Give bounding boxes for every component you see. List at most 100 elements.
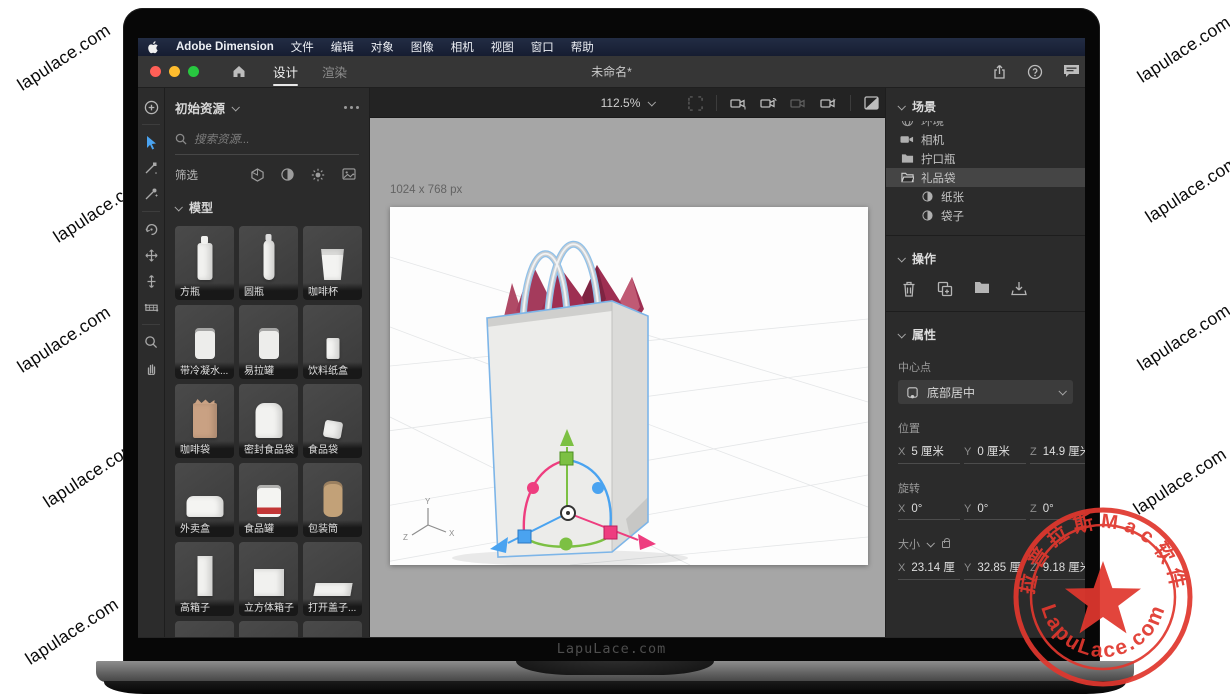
viewport[interactable]: 1024 x 768 px: [370, 118, 885, 637]
model-tile[interactable]: [303, 621, 362, 637]
filter-models-icon[interactable]: [251, 168, 264, 182]
model-tile[interactable]: 带冷凝水...: [175, 305, 234, 379]
lock-icon[interactable]: [942, 541, 950, 548]
export-icon[interactable]: [1011, 281, 1027, 297]
model-tile[interactable]: [175, 621, 234, 637]
model-tile[interactable]: 食品袋: [303, 384, 362, 458]
model-tile[interactable]: 咖啡袋: [175, 384, 234, 458]
model-tile[interactable]: 咖啡杯: [303, 226, 362, 300]
model-tile[interactable]: 打开盖子...: [303, 542, 362, 616]
scene-item[interactable]: 环境: [886, 121, 1085, 130]
model-tile[interactable]: 饮料纸盒: [303, 305, 362, 379]
pan-tool-icon[interactable]: [139, 242, 163, 268]
pivot-select[interactable]: 底部居中: [898, 380, 1073, 404]
chevron-down-icon[interactable]: [174, 203, 182, 211]
camera-redo-icon[interactable]: [790, 97, 807, 110]
close-window-button[interactable]: [150, 66, 161, 77]
share-icon[interactable]: [992, 64, 1007, 80]
chevron-down-icon: [1058, 387, 1066, 395]
scene-item-label: 相机: [921, 132, 944, 148]
select-group-tool-icon[interactable]: [139, 155, 163, 181]
model-tile-label: 立方体箱子: [239, 599, 298, 616]
chevron-down-icon[interactable]: [897, 254, 905, 262]
model-tile[interactable]: 立方体箱子: [239, 542, 298, 616]
models-section-title[interactable]: 模型: [189, 199, 213, 216]
hand-tool-icon[interactable]: [139, 355, 163, 381]
position-field[interactable]: Y0 厘米: [964, 443, 1026, 464]
horizon-tool-icon[interactable]: [139, 294, 163, 320]
mode-tab[interactable]: 渲染: [322, 56, 347, 88]
model-tile[interactable]: 食品罐: [239, 463, 298, 537]
model-tile-label: 密封食品袋: [239, 441, 298, 458]
properties-panel-title[interactable]: 属性: [912, 326, 936, 343]
menubar-item[interactable]: 图像: [411, 39, 434, 55]
camera-undo-icon[interactable]: [760, 97, 777, 110]
scene-item[interactable]: 相机: [886, 130, 1085, 149]
asset-search-input[interactable]: 搜索资源...: [175, 131, 359, 155]
filter-images-icon[interactable]: [342, 168, 356, 182]
model-tile[interactable]: 方瓶: [175, 226, 234, 300]
duplicate-icon[interactable]: [937, 281, 953, 297]
maximize-window-button[interactable]: [188, 66, 199, 77]
position-label: 位置: [886, 404, 1085, 441]
camera-add-bookmark-icon[interactable]: [820, 97, 837, 110]
chevron-down-icon[interactable]: [897, 330, 905, 338]
model-tile[interactable]: 密封食品袋: [239, 384, 298, 458]
chevron-down-icon[interactable]: [897, 102, 905, 110]
model-tile-label: 方瓶: [175, 283, 234, 300]
magic-wand-tool-icon[interactable]: [139, 181, 163, 207]
canvas-frame-icon[interactable]: [688, 96, 703, 111]
help-icon[interactable]: [1027, 64, 1043, 80]
document-canvas[interactable]: Y X Z: [390, 207, 868, 565]
menubar-item[interactable]: 对象: [371, 39, 394, 55]
scene-item[interactable]: 礼品袋: [886, 168, 1085, 187]
model-tile-label: 咖啡袋: [175, 441, 234, 458]
camera-bookmark-icon[interactable]: [730, 97, 747, 110]
zoom-tool-icon[interactable]: [139, 329, 163, 355]
zoom-level-control[interactable]: 112.5%: [601, 88, 655, 118]
more-options-icon[interactable]: [344, 106, 359, 109]
assets-panel-title[interactable]: 初始资源: [175, 98, 225, 117]
menubar-item[interactable]: 窗口: [531, 39, 554, 55]
orbit-tool-icon[interactable]: [139, 216, 163, 242]
model-tile-label: 打开盖子...: [303, 599, 362, 616]
menubar-item[interactable]: 编辑: [331, 39, 354, 55]
actions-panel-title[interactable]: 操作: [912, 250, 936, 267]
minimize-window-button[interactable]: [169, 66, 180, 77]
home-button[interactable]: [231, 64, 247, 79]
render-preview-icon[interactable]: [864, 96, 879, 110]
model-tile-label: 咖啡杯: [303, 283, 362, 300]
model-tile[interactable]: 外卖盒: [175, 463, 234, 537]
apple-logo-icon[interactable]: [148, 41, 159, 54]
divider: [850, 95, 851, 111]
menubar-item[interactable]: 视图: [491, 39, 514, 55]
position-field[interactable]: Z14.9 厘米: [1030, 443, 1085, 464]
delete-icon[interactable]: [902, 281, 916, 297]
group-folder-icon[interactable]: [974, 281, 990, 297]
position-field[interactable]: X5 厘米: [898, 443, 960, 464]
mode-tab[interactable]: 设计: [273, 56, 298, 88]
model-tile[interactable]: 圆瓶: [239, 226, 298, 300]
model-tile[interactable]: [239, 621, 298, 637]
menubar-app-name[interactable]: Adobe Dimension: [176, 41, 274, 53]
scene-item[interactable]: 拧口瓶: [886, 149, 1085, 168]
scene-item[interactable]: 纸张: [886, 187, 1085, 206]
scene-item[interactable]: 袋子: [886, 206, 1085, 225]
scene-panel-title[interactable]: 场景: [912, 98, 936, 115]
select-tool-icon[interactable]: [139, 129, 163, 155]
menubar-item[interactable]: 帮助: [571, 39, 594, 55]
rotation-field[interactable]: X0°: [898, 503, 960, 520]
model-tile[interactable]: 包装筒: [303, 463, 362, 537]
model-tile[interactable]: 高箱子: [175, 542, 234, 616]
feedback-icon[interactable]: [1063, 64, 1080, 79]
add-asset-icon[interactable]: [139, 94, 163, 120]
filter-lights-icon[interactable]: [311, 168, 325, 182]
menubar-item[interactable]: 文件: [291, 39, 314, 55]
chevron-down-icon[interactable]: [231, 103, 239, 111]
menubar-item[interactable]: 相机: [451, 39, 474, 55]
chevron-down-icon[interactable]: [926, 539, 934, 547]
size-field[interactable]: X23.14 厘: [898, 559, 960, 580]
model-tile[interactable]: 易拉罐: [239, 305, 298, 379]
filter-materials-icon[interactable]: [281, 168, 294, 182]
dolly-tool-icon[interactable]: [139, 268, 163, 294]
